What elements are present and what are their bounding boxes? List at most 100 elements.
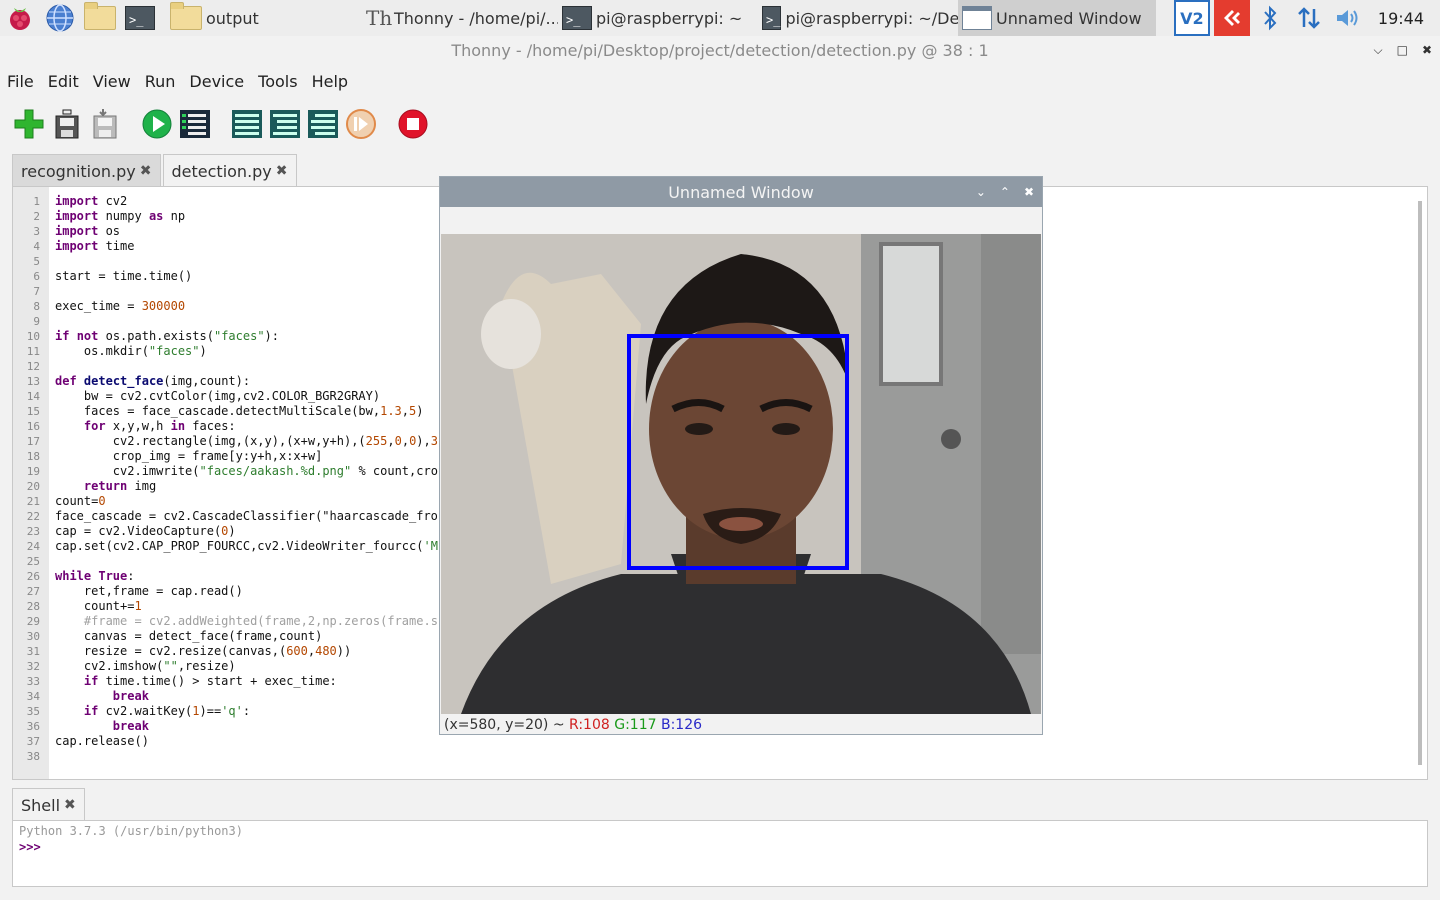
code-line[interactable]: cv2.imshow("",resize) xyxy=(55,659,452,674)
maximize-icon[interactable]: □ xyxy=(1397,43,1408,57)
code-line[interactable]: if time.time() > start + exec_time: xyxy=(55,674,452,689)
code-line[interactable]: for x,y,w,h in faces: xyxy=(55,419,452,434)
line-number: 17 xyxy=(26,435,40,448)
save-button[interactable] xyxy=(88,107,122,141)
blue-value: B:126 xyxy=(660,717,703,733)
code-line[interactable]: if not os.path.exists("faces"): xyxy=(55,329,452,344)
code-line[interactable]: cap = cv2.VideoCapture(0) xyxy=(55,524,452,539)
play-icon xyxy=(142,109,172,139)
menu-tools[interactable]: Tools xyxy=(258,72,297,91)
task-terminal-2[interactable]: >_ pi@raspberrypi: ~/De... xyxy=(758,0,958,36)
bluetooth-icon[interactable] xyxy=(1250,5,1290,31)
tab-shell[interactable]: Shell ✖ xyxy=(12,788,85,821)
volume-icon[interactable] xyxy=(1328,6,1368,30)
file-manager-icon[interactable] xyxy=(80,0,120,36)
editor-tabs: recognition.py ✖ detection.py ✖ xyxy=(12,154,299,187)
code-line[interactable]: resize = cv2.resize(canvas,(600,480)) xyxy=(55,644,452,659)
code-line[interactable]: faces = face_cascade.detectMultiScale(bw… xyxy=(55,404,452,419)
close-tab-icon[interactable]: ✖ xyxy=(276,163,288,179)
terminal-launcher-icon[interactable]: >_ xyxy=(120,0,160,36)
step-over-button[interactable] xyxy=(230,107,264,141)
code-line[interactable]: import os xyxy=(55,224,452,239)
stop-button[interactable] xyxy=(396,107,430,141)
code-line[interactable] xyxy=(55,314,452,329)
cv-window-titlebar[interactable]: Unnamed Window ⌄ ⌃ ✖ xyxy=(440,177,1042,207)
menu-view[interactable]: View xyxy=(93,72,131,91)
code-line[interactable]: ret,frame = cap.read() xyxy=(55,584,452,599)
tab-recognition[interactable]: recognition.py ✖ xyxy=(12,154,161,187)
open-file-button[interactable] xyxy=(50,107,84,141)
chevron-down-icon[interactable]: ⌄ xyxy=(976,185,986,199)
code-line[interactable]: import cv2 xyxy=(55,194,452,209)
step-into-button[interactable] xyxy=(268,107,302,141)
resume-button[interactable] xyxy=(344,107,378,141)
code-line[interactable] xyxy=(55,284,452,299)
code-line[interactable]: exec_time = 300000 xyxy=(55,299,452,314)
clock[interactable]: 19:44 xyxy=(1378,9,1424,28)
code-line[interactable] xyxy=(55,554,452,569)
window-icon xyxy=(962,6,992,30)
code-line[interactable]: cv2.imwrite("faces/aakash.%d.png" % coun… xyxy=(55,464,453,479)
close-icon[interactable]: ✖ xyxy=(1024,185,1034,199)
tab-detection[interactable]: detection.py ✖ xyxy=(162,154,297,187)
code-area[interactable]: import cv2 import numpy as np import os imp… xyxy=(55,194,452,764)
network-icon[interactable] xyxy=(1290,5,1328,31)
code-line[interactable] xyxy=(55,254,452,269)
editor-scrollbar[interactable] xyxy=(1414,187,1426,779)
browser-globe-icon[interactable] xyxy=(40,0,80,36)
code-line[interactable]: while True: xyxy=(55,569,452,584)
code-line[interactable]: #frame = cv2.addWeighted(frame,2,np.zero… xyxy=(55,614,452,629)
code-line[interactable]: crop_img = frame[y:y+h,x:x+w] xyxy=(55,449,452,464)
code-line[interactable]: def detect_face(img,count): xyxy=(55,374,452,389)
minimize-icon[interactable]: ⌵ xyxy=(1373,43,1382,58)
menu-help[interactable]: Help xyxy=(312,72,348,91)
code-line[interactable]: if cv2.waitKey(1)=='q': xyxy=(55,704,452,719)
new-file-button[interactable] xyxy=(12,107,46,141)
line-number: 35 xyxy=(26,705,40,718)
remote-access-icon[interactable] xyxy=(1213,0,1250,36)
menu-run[interactable]: Run xyxy=(145,72,176,91)
code-line[interactable] xyxy=(55,359,452,374)
code-line[interactable]: os.mkdir("faces") xyxy=(55,344,452,359)
code-line[interactable]: cap.set(cv2.CAP_PROP_FOURCC,cv2.VideoWri… xyxy=(55,539,452,554)
code-line[interactable] xyxy=(55,749,452,764)
chevron-up-icon[interactable]: ⌃ xyxy=(1000,185,1010,199)
thonny-icon: Th xyxy=(366,6,393,30)
shell-panel[interactable]: Python 3.7.3 (/usr/bin/python3) >>> xyxy=(12,820,1428,887)
code-line[interactable]: import time xyxy=(55,239,452,254)
menu-device[interactable]: Device xyxy=(189,72,244,91)
code-line[interactable]: count=0 xyxy=(55,494,452,509)
code-line[interactable]: canvas = detect_face(frame,count) xyxy=(55,629,452,644)
terminal-icon: >_ xyxy=(762,6,782,30)
raspberry-menu-icon[interactable] xyxy=(0,0,40,36)
code-line[interactable]: return img xyxy=(55,479,452,494)
opencv-window[interactable]: Unnamed Window ⌄ ⌃ ✖ (x=580, y=20) ~ R:1… xyxy=(439,176,1043,735)
vnc-icon[interactable]: V2 xyxy=(1173,0,1210,36)
task-output[interactable]: output xyxy=(166,0,362,36)
line-number: 7 xyxy=(33,285,40,298)
close-tab-icon[interactable]: ✖ xyxy=(64,797,76,813)
line-number: 16 xyxy=(26,420,40,433)
code-line[interactable]: bw = cv2.cvtColor(img,cv2.COLOR_BGR2GRAY… xyxy=(55,389,452,404)
task-terminal-1[interactable]: >_ pi@raspberrypi: ~ xyxy=(558,0,758,36)
step-out-button[interactable] xyxy=(306,107,340,141)
close-icon[interactable]: ✖ xyxy=(1422,43,1432,57)
debug-button[interactable] xyxy=(178,107,212,141)
menu-file[interactable]: File xyxy=(7,72,34,91)
run-button[interactable] xyxy=(140,107,174,141)
task-unnamed-window[interactable]: Unnamed Window xyxy=(958,0,1156,36)
code-line[interactable]: count+=1 xyxy=(55,599,452,614)
task-thonny[interactable]: Th Thonny - /home/pi/... xyxy=(362,0,558,36)
code-line[interactable]: break xyxy=(55,689,452,704)
shell-prompt[interactable]: >>> xyxy=(13,839,1427,855)
code-line[interactable]: face_cascade = cv2.CascadeClassifier("ha… xyxy=(55,509,452,524)
code-line[interactable]: break xyxy=(55,719,452,734)
code-line[interactable]: cap.release() xyxy=(55,734,452,749)
taskbar: >_ output Th Thonny - /home/pi/... >_ pi… xyxy=(0,0,1440,36)
code-line[interactable]: cv2.rectangle(img,(x,y),(x+w,y+h),(255,0… xyxy=(55,434,452,449)
menu-edit[interactable]: Edit xyxy=(48,72,79,91)
close-tab-icon[interactable]: ✖ xyxy=(140,163,152,179)
code-line[interactable]: start = time.time() xyxy=(55,269,452,284)
line-number: 4 xyxy=(33,240,40,253)
code-line[interactable]: import numpy as np xyxy=(55,209,452,224)
